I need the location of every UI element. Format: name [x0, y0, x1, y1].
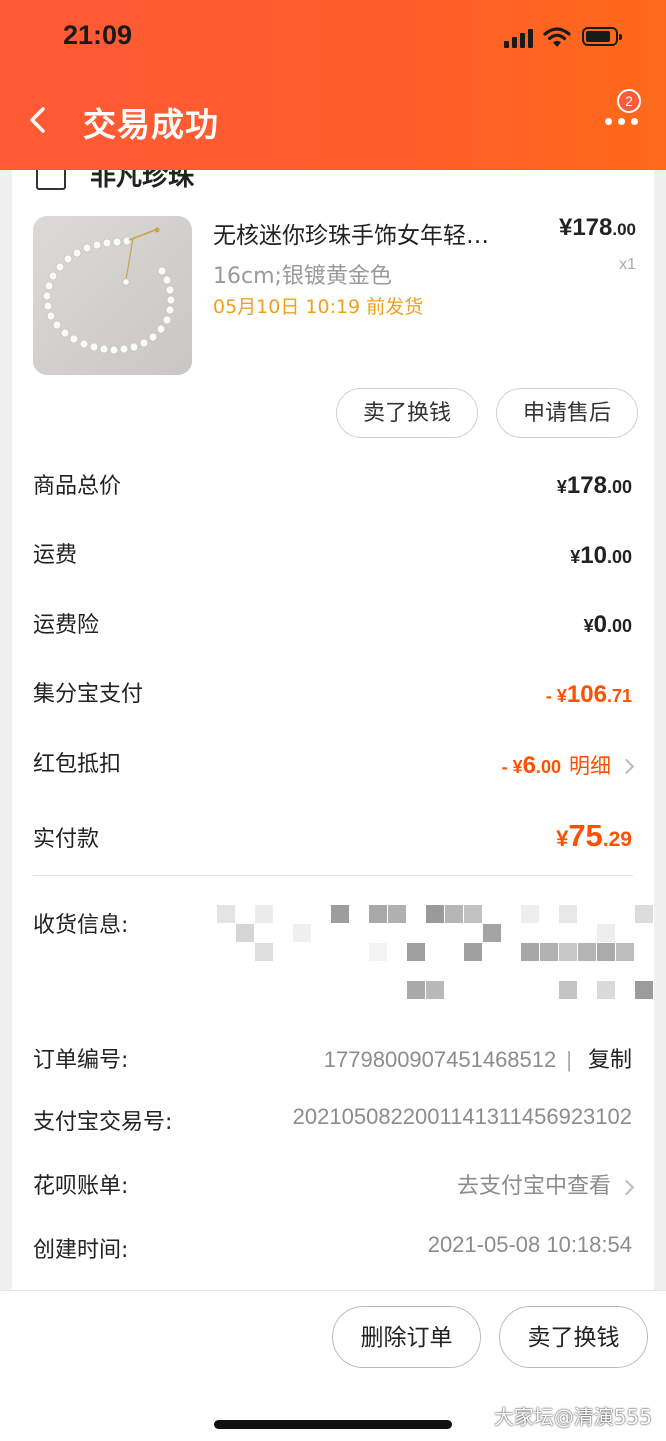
- insurance-value: ¥0.00: [584, 611, 632, 639]
- currency-symbol: ¥: [512, 757, 523, 777]
- minus-sign: -: [501, 757, 513, 777]
- paid-label: 实付款: [33, 827, 100, 852]
- sell-for-cash-button[interactable]: 卖了换钱: [499, 1306, 648, 1368]
- chevron-right-icon: [618, 758, 635, 775]
- huabei-link[interactable]: 去支付宝中查看: [456, 1168, 635, 1200]
- insurance-int: 0: [593, 611, 607, 638]
- chevron-right-icon: [618, 1179, 635, 1195]
- top-header: 21:09 交易成功 2: [0, 0, 666, 170]
- copy-button[interactable]: 复制: [588, 1048, 632, 1073]
- back-icon[interactable]: [26, 104, 48, 136]
- huabei-value: 去支付宝中查看: [456, 1174, 611, 1199]
- product-price: ¥178.00: [559, 214, 636, 242]
- created-label: 创建时间:: [33, 1238, 129, 1263]
- redpacket-int: 6: [522, 752, 536, 779]
- order-no: 1779800907451468512: [323, 1047, 557, 1072]
- watermark: 大家坛@清演555: [493, 1405, 652, 1429]
- divider: [33, 875, 633, 876]
- goods-total-int: 178: [566, 472, 607, 499]
- address-label: 收货信息:: [33, 913, 129, 938]
- alipay-no: 2021050822001141311456923102: [292, 1104, 632, 1129]
- bottom-action-bar: 删除订单 卖了换钱 大家坛@清演555: [0, 1290, 666, 1441]
- wifi-icon: [543, 27, 571, 47]
- currency-symbol: ¥: [556, 686, 567, 706]
- jifenbao-dec: .71: [606, 686, 632, 706]
- battery-icon: [582, 27, 622, 46]
- page-title: 交易成功: [83, 105, 219, 144]
- product-price-decimal: .00: [612, 220, 636, 239]
- redpacket-label: 红包抵扣: [33, 752, 122, 777]
- insurance-label: 运费险: [33, 613, 100, 638]
- insurance-dec: .00: [606, 616, 632, 636]
- shipping-int: 10: [580, 542, 607, 569]
- message-badge: 2: [617, 89, 641, 113]
- signal-icon: [504, 28, 536, 48]
- status-time: 21:09: [63, 20, 133, 50]
- order-card: 非凡珍珠 无核迷你珍珠手饰女年轻… ¥178.00 16cm;银镀黄金色 x1 …: [12, 150, 654, 1290]
- created-value: 2021-05-08 10:18:54: [427, 1232, 632, 1257]
- product-quantity: x1: [619, 256, 636, 273]
- product-title[interactable]: 无核迷你珍珠手饰女年轻…: [213, 216, 533, 250]
- goods-total-dec: .00: [606, 477, 632, 497]
- paid-int: 75: [568, 818, 603, 853]
- home-indicator[interactable]: [214, 1420, 452, 1429]
- redpacket-value[interactable]: - ¥6.00 明细: [501, 750, 635, 780]
- product-sku: 16cm;银镀黄金色: [213, 264, 392, 289]
- currency-symbol: ¥: [556, 826, 569, 851]
- product-thumbnail[interactable]: [33, 216, 192, 375]
- shipping-value: ¥10.00: [570, 542, 632, 570]
- delete-order-button[interactable]: 删除订单: [332, 1306, 481, 1368]
- goods-total-value: ¥178.00: [557, 472, 632, 500]
- currency-symbol: ¥: [583, 616, 594, 636]
- shipping-dec: .00: [606, 547, 632, 567]
- shipping-label: 运费: [33, 543, 78, 568]
- redpacket-dec: .00: [535, 757, 561, 777]
- currency-symbol: ¥: [556, 477, 567, 497]
- ship-note: 05月10日 10:19 前发货: [213, 296, 424, 318]
- separator: |: [566, 1047, 572, 1072]
- more-icon[interactable]: [603, 112, 639, 132]
- paid-value: ¥75.29: [556, 818, 632, 854]
- jifenbao-value: - ¥106.71: [546, 681, 632, 709]
- order-no-label: 订单编号:: [33, 1048, 129, 1073]
- alipay-label: 支付宝交易号:: [33, 1110, 173, 1135]
- order-no-value: 1779800907451468512 | 复制: [324, 1042, 632, 1074]
- redpacket-detail-link[interactable]: 明细: [569, 754, 611, 778]
- currency-symbol: ¥: [570, 547, 581, 567]
- after-sale-button[interactable]: 申请售后: [496, 388, 638, 438]
- product-price-main: ¥178: [558, 214, 613, 241]
- paid-dec: .29: [602, 828, 632, 851]
- jifenbao-label: 集分宝支付: [33, 682, 144, 707]
- huabei-label: 花呗账单:: [33, 1174, 129, 1199]
- sell-button[interactable]: 卖了换钱: [336, 388, 478, 438]
- goods-total-label: 商品总价: [33, 474, 122, 499]
- pearl-bracelet-image: [42, 227, 176, 355]
- minus-sign: -: [545, 686, 557, 706]
- jifenbao-int: 106: [566, 681, 607, 708]
- redacted-address: [217, 905, 653, 1015]
